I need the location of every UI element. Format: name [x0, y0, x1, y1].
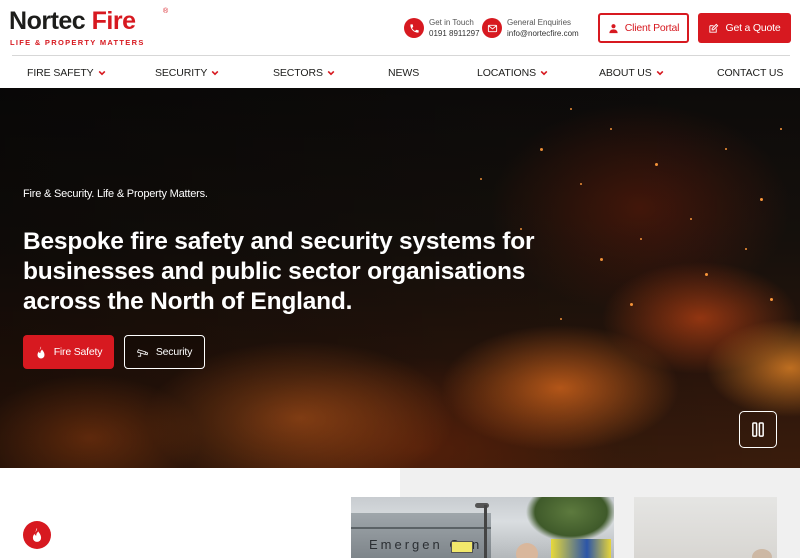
building-stripe — [351, 527, 491, 529]
fire-safety-button[interactable]: Fire Safety — [23, 335, 114, 369]
hi-vis-vest — [551, 539, 611, 558]
logo-wordmark: Nortec Fire — [9, 7, 169, 35]
chevron-down-icon — [656, 70, 664, 75]
site-header: Nortec Fire ® LIFE & PROPERTY MATTERS Ge… — [0, 0, 800, 56]
fire-safety-label: Fire Safety — [53, 346, 103, 358]
registered-mark: ® — [163, 8, 169, 15]
news-photo-secondary[interactable] — [634, 497, 777, 558]
nav-item-security[interactable]: SECURITY — [155, 57, 219, 88]
nav-label: ABOUT US — [599, 66, 652, 79]
hero-title: Bespoke fire safety and security systems… — [23, 228, 535, 315]
chevron-down-icon — [98, 70, 105, 75]
nav-item-contact-us[interactable]: CONTACT US — [717, 57, 783, 88]
header-divider — [12, 55, 790, 56]
phone-label: Get in Touch — [429, 18, 474, 27]
logo-letter-n: N — [9, 7, 27, 35]
nav-item-locations[interactable]: LOCATIONS — [477, 57, 548, 88]
hero-eyebrow: Fire & Security. Life & Property Matters… — [23, 188, 208, 200]
phone-contact[interactable]: Get in Touch 0191 8911297 — [404, 16, 480, 40]
slider-pause-button[interactable] — [739, 411, 777, 448]
hero-banner: Fire & Security. Life & Property Matters… — [0, 88, 800, 468]
flame-icon — [37, 346, 45, 358]
logo-word-nortec: ortec — [26, 7, 86, 35]
cctv-camera-icon — [136, 348, 148, 357]
person-head — [752, 549, 772, 558]
logo-word-fire: Fire — [91, 7, 136, 35]
yellow-sign — [451, 541, 473, 553]
phone-number[interactable]: 0191 8911297 — [429, 28, 480, 39]
email-address[interactable]: info@nortecfire.com — [507, 28, 579, 39]
pause-icon — [752, 422, 764, 437]
lamp-pole — [484, 505, 487, 558]
nav-label: LOCATIONS — [477, 66, 536, 79]
nav-label: SECTORS — [273, 66, 323, 79]
get-quote-button[interactable]: Get a Quote — [698, 13, 791, 43]
client-portal-button[interactable]: Client Portal — [598, 13, 689, 43]
security-button[interactable]: Security — [124, 335, 205, 369]
user-icon — [609, 23, 618, 33]
nav-label: SECURITY — [155, 66, 208, 79]
logo-tagline: LIFE & PROPERTY MATTERS — [10, 38, 145, 47]
chevron-down-icon — [211, 70, 219, 75]
person-head — [516, 543, 538, 558]
nav-label: NEWS — [388, 66, 420, 79]
content-section: Emergen Cen — [0, 468, 800, 558]
nav-item-news[interactable]: NEWS — [388, 57, 419, 88]
edit-icon — [709, 23, 719, 33]
phone-icon — [404, 18, 424, 38]
nav-item-fire-safety[interactable]: FIRE SAFETY — [27, 57, 106, 88]
email-contact[interactable]: General Enquiries info@nortecfire.com — [482, 16, 579, 40]
nav-label: FIRE SAFETY — [27, 66, 94, 79]
nav-item-about-us[interactable]: ABOUT US — [599, 57, 664, 88]
nav-label: CONTACT US — [717, 66, 784, 79]
nortec-fire-logo[interactable]: Nortec Fire ® LIFE & PROPERTY MATTERS — [9, 7, 169, 49]
chevron-down-icon — [540, 70, 548, 75]
mail-icon — [482, 18, 502, 38]
email-label: General Enquiries — [507, 18, 572, 27]
client-portal-label: Client Portal — [624, 22, 680, 34]
news-photo-emergency-centre[interactable]: Emergen Cen — [351, 497, 614, 558]
nav-item-sectors[interactable]: SECTORS — [273, 57, 335, 88]
security-label: Security — [155, 346, 193, 358]
main-nav: FIRE SAFETY SECURITY SECTORS NEWS LOCATI… — [0, 57, 800, 88]
chevron-down-icon — [327, 70, 335, 75]
get-quote-label: Get a Quote — [725, 22, 781, 34]
flame-badge-icon — [23, 521, 51, 549]
